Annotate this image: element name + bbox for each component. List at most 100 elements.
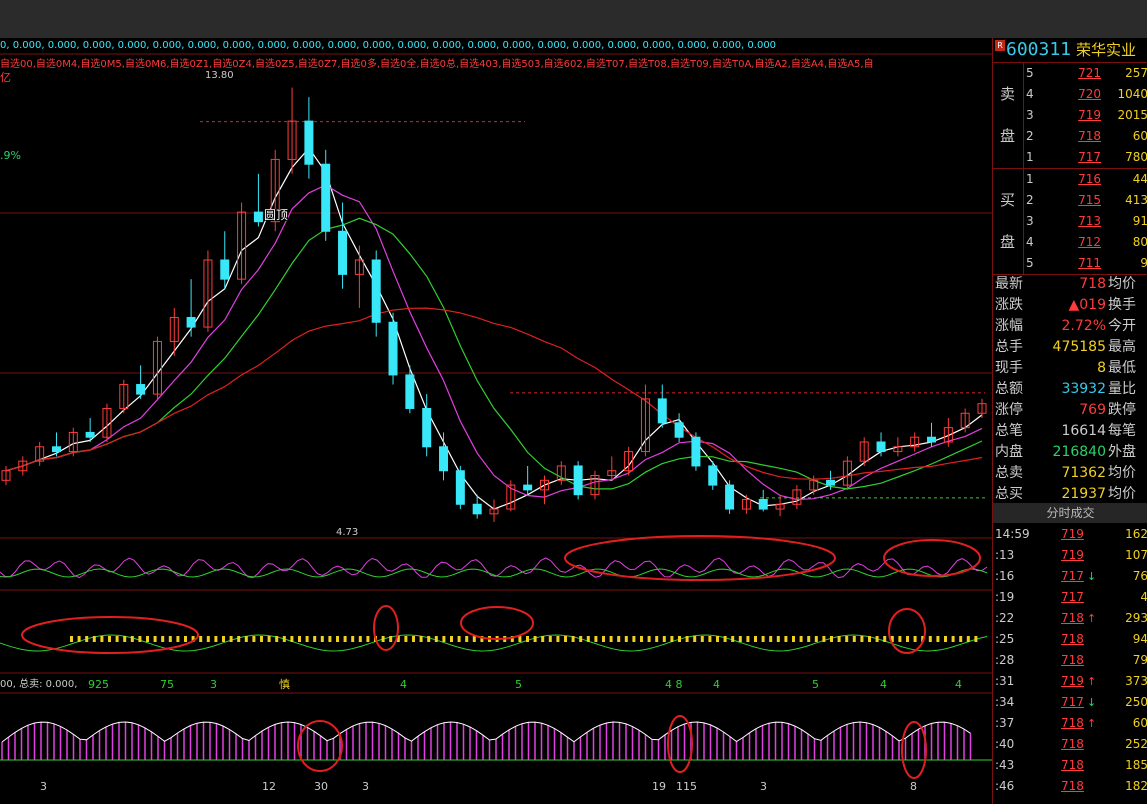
lower-label: 75 — [160, 678, 174, 691]
buy-level-row[interactable]: 3 713 91 — [1023, 211, 1147, 232]
trade-price: 719 — [1061, 548, 1084, 562]
trade-direction-icon: ↑ — [1087, 612, 1097, 625]
trade-time: :22 — [995, 611, 1015, 625]
trade-time: :19 — [995, 590, 1015, 604]
trade-time: :28 — [995, 653, 1015, 667]
candle-body — [51, 446, 61, 453]
trade-price: 718 — [1061, 737, 1084, 751]
trade-time: 14:59 — [995, 527, 1030, 541]
level-number: 4 — [1026, 235, 1034, 249]
quote-label-2: 量比 — [1108, 381, 1136, 397]
sell-level-row[interactable]: 3 719 2015 — [1023, 105, 1147, 126]
indicator2-bar — [678, 636, 681, 642]
indicator2-bar — [260, 636, 263, 642]
buy-sell-summary: 00, 总卖: 0.000, — [0, 679, 78, 690]
level-volume: 9 — [1140, 256, 1147, 270]
candle-body — [876, 441, 886, 453]
stock-code[interactable]: 600311 — [1006, 39, 1071, 61]
indicator2-bar — [913, 636, 917, 642]
window-title-bar — [0, 0, 1147, 39]
indicator2-bar — [883, 636, 887, 642]
sell-level-row[interactable]: 2 718 60 — [1023, 126, 1147, 147]
quote-value: 475185 — [1052, 339, 1106, 355]
bottom-label: 12 — [262, 780, 276, 793]
indicator2-bar — [442, 636, 446, 642]
indicator2-bar — [222, 636, 225, 642]
stock-name[interactable]: 荣华实业 — [1076, 41, 1136, 59]
bottom-label: 30 — [314, 780, 328, 793]
indicator2-bar — [761, 636, 765, 642]
indicator2-bar — [85, 636, 89, 642]
quote-row: 涨幅 2.72% 今开 — [993, 316, 1147, 337]
indicator2-bar — [769, 636, 773, 642]
percent-label: .9% — [0, 149, 21, 162]
quote-label: 涨幅 — [995, 318, 1023, 334]
quote-label: 总买 — [995, 486, 1023, 502]
trade-price: 718 — [1061, 758, 1084, 772]
unit-yi: 亿 — [0, 71, 11, 84]
sell-level-row[interactable]: 1 717 780 — [1023, 147, 1147, 168]
level-price: 712 — [1078, 235, 1101, 249]
level-number: 2 — [1026, 129, 1034, 143]
indicator2-bar — [822, 636, 826, 642]
indicator2-bar — [868, 636, 871, 642]
level-number: 5 — [1026, 256, 1034, 270]
indicator2-bar — [138, 636, 142, 642]
level-volume: 60 — [1132, 129, 1147, 143]
level-price: 715 — [1078, 193, 1101, 207]
quote-row: 总卖 71362 均价 — [993, 463, 1147, 484]
indicator2-bar — [776, 636, 780, 642]
trade-volume: 185 — [1125, 758, 1147, 772]
quote-row: 总额 33932 量比 — [993, 379, 1147, 400]
quote-label-2: 今开 — [1108, 318, 1136, 334]
indicator2-bar — [784, 636, 788, 642]
buy-level-row[interactable]: 4 712 80 — [1023, 232, 1147, 253]
sell-level-row[interactable]: 5 721 257 — [1023, 63, 1147, 84]
ma10-line — [5, 184, 983, 501]
trade-time: :40 — [995, 737, 1015, 751]
buy-level-row[interactable]: 1 716 44 — [1023, 169, 1147, 190]
candle-body — [338, 230, 348, 275]
indicator2-bar — [450, 636, 453, 642]
indicator2-bar — [624, 636, 628, 642]
bottom-label: 115 — [676, 780, 697, 793]
trades-header[interactable]: 分时成交 — [993, 503, 1147, 523]
indicator2-bar — [640, 636, 643, 642]
quote-label: 总额 — [995, 381, 1023, 397]
trade-time: :46 — [995, 779, 1015, 793]
candle-body — [927, 436, 937, 443]
indicator2-bar — [792, 636, 795, 642]
quote-label-2: 均价 — [1108, 276, 1136, 292]
candle-body — [674, 422, 684, 438]
indicator2-bar — [70, 636, 73, 642]
bottom-label: 19 — [652, 780, 666, 793]
level-volume: 91 — [1132, 214, 1147, 228]
quote-label-2: 外盘 — [1108, 444, 1136, 460]
trade-volume: 373 — [1125, 674, 1147, 688]
buy-level-row[interactable]: 2 715 413 — [1023, 190, 1147, 211]
buy-orders: 买 盘 1 716 44 2 715 413 3 713 91 4 712 80 5 711 9 — [993, 169, 1147, 275]
watchlist-row[interactable]: 自选00,自选0M4,自选0M5,自选0M6,自选0Z1,自选0Z4,自选0Z5… — [0, 59, 874, 71]
sell-level-row[interactable]: 4 720 1040 — [1023, 84, 1147, 105]
indicator2-bar — [404, 636, 408, 642]
buy-level-row[interactable]: 5 711 9 — [1023, 253, 1147, 274]
bottom-label: 3 — [40, 780, 47, 793]
indicator2-bar — [609, 636, 613, 642]
level-volume: 1040 — [1117, 87, 1147, 101]
indicator2-bar — [115, 636, 119, 642]
quote-value: 8 — [1097, 360, 1106, 376]
kline-chart-area[interactable]: 925 75 3 慎 4 5 4 8 4 5 4 4 3 12 30 3 19 115 3 8 0, 0.000, … — [0, 38, 992, 804]
quote-label: 总笔 — [995, 423, 1023, 439]
trade-price: 718 — [1061, 779, 1084, 793]
indicator2-bar — [472, 636, 476, 642]
ma20-line — [5, 217, 983, 490]
indicator2-bar — [328, 636, 332, 642]
indicator2-bar — [320, 636, 324, 642]
indicator2-bar — [693, 636, 697, 642]
buy-label-2: 盘 — [1000, 233, 1016, 251]
level-volume: 2015 — [1117, 108, 1147, 122]
indicator2-bar — [252, 636, 256, 642]
quote-label-2: 均价 — [1108, 486, 1136, 502]
quote-value: 2.72% — [1061, 318, 1106, 334]
candle-body — [455, 470, 465, 505]
